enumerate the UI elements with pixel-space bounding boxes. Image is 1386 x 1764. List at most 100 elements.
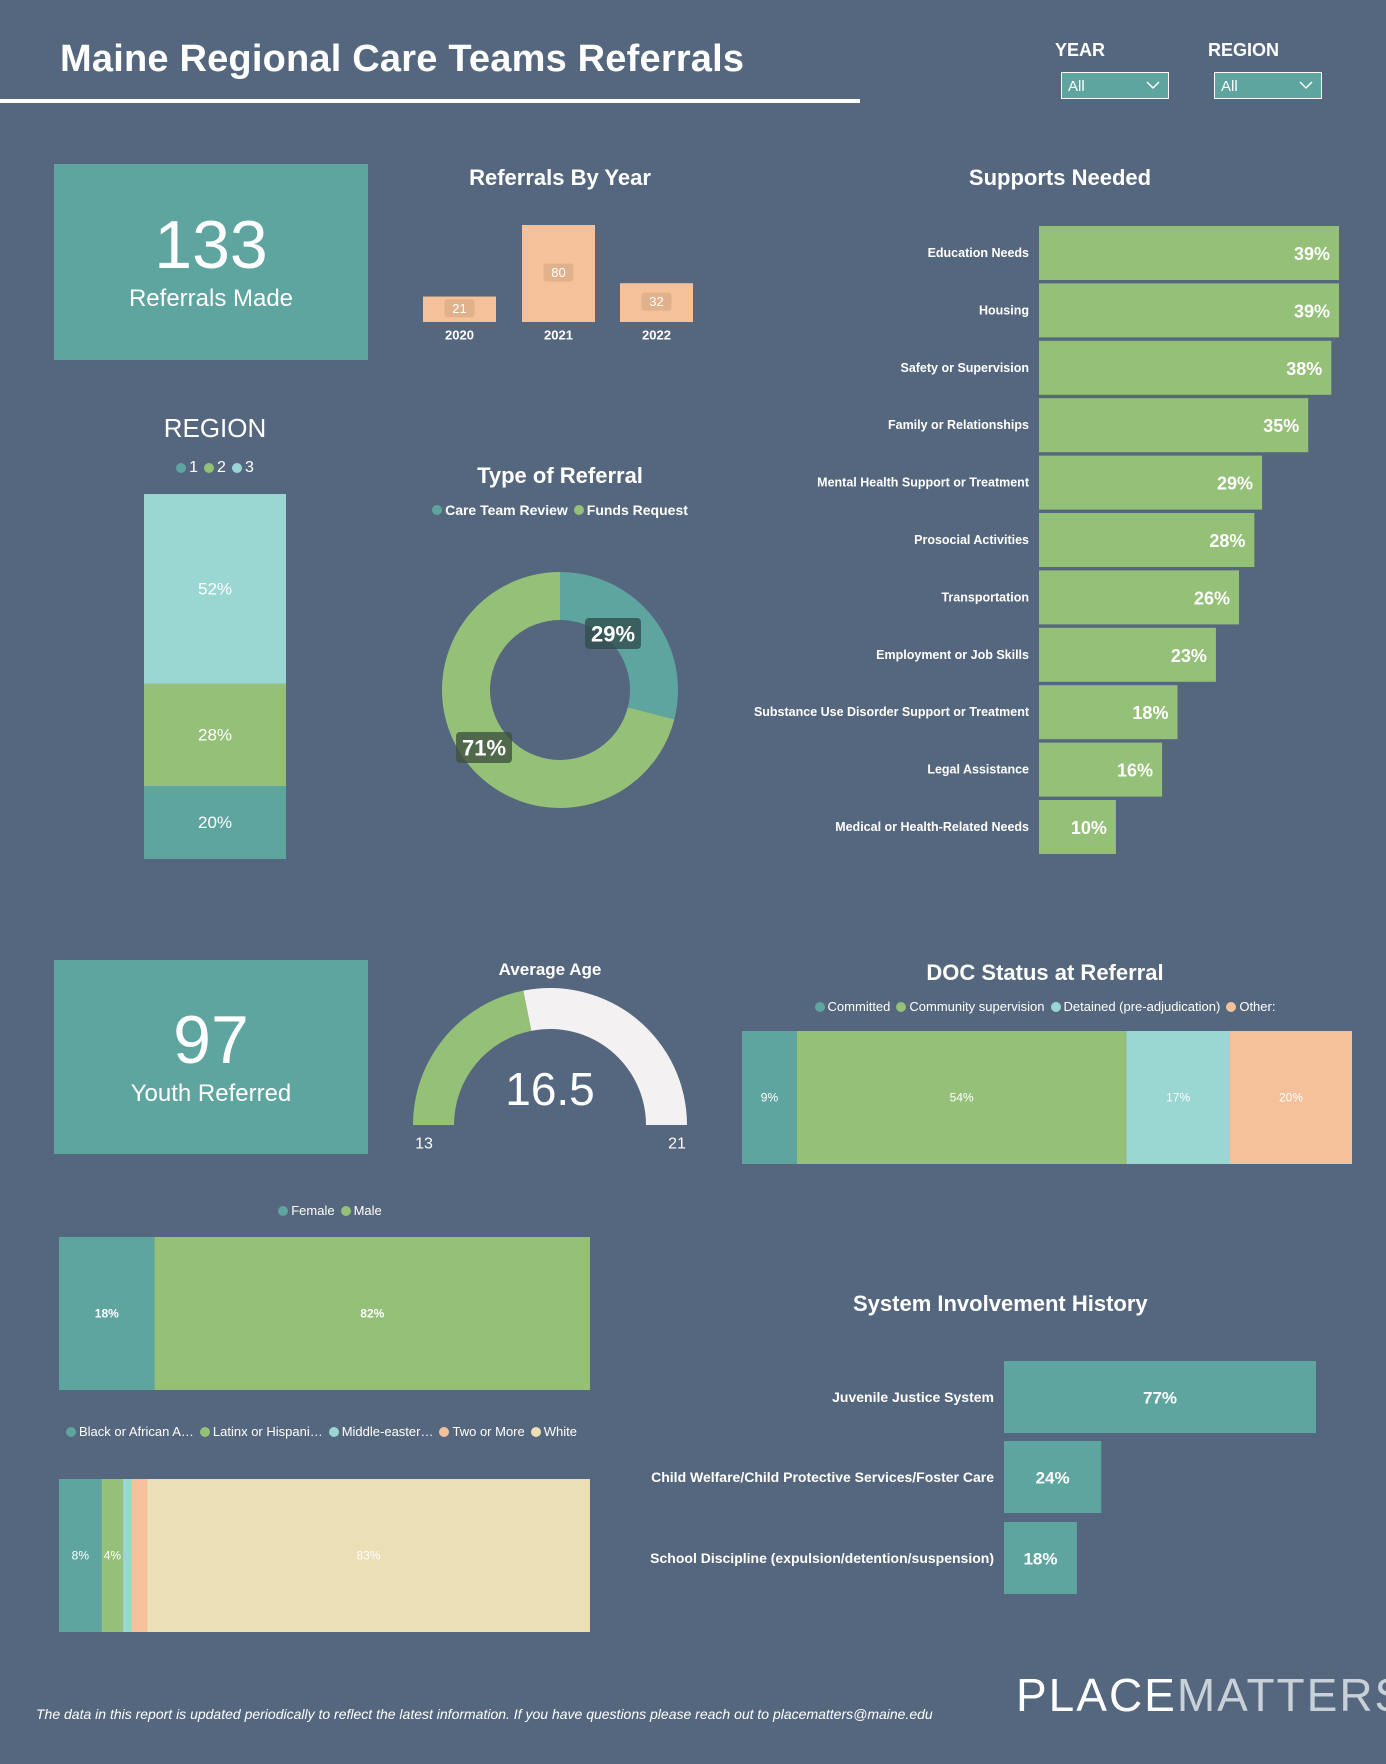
referrals-by-year-title: Referrals By Year xyxy=(469,165,651,190)
region-filter-label: REGION xyxy=(1208,40,1280,60)
logo-thin-text: MATTERS xyxy=(1176,1669,1386,1721)
legend-label: Latinx or Hispani… xyxy=(212,1424,323,1439)
legend-item[interactable]: Latinx or Hispani… xyxy=(199,1424,323,1439)
year-axis-label: 2020 xyxy=(445,328,474,343)
stacked-segment-label: 18% xyxy=(95,1307,119,1321)
legend-dot-icon xyxy=(328,1426,339,1437)
chevron-down-icon xyxy=(1299,81,1313,90)
legend-label: Committed xyxy=(827,999,891,1014)
supports-value-label: 28% xyxy=(1209,531,1245,551)
legend-item[interactable]: Committed xyxy=(814,999,891,1014)
legend-item[interactable]: Two or More xyxy=(439,1424,525,1439)
legend-dot-icon xyxy=(199,1426,210,1437)
legend-label: Middle-easter… xyxy=(341,1424,434,1439)
legend-item[interactable]: Black or African A… xyxy=(66,1424,194,1439)
legend-dot-icon xyxy=(66,1426,76,1437)
stacked-segment-label: 8% xyxy=(72,1549,90,1563)
supports-value-label: 26% xyxy=(1194,588,1230,608)
legend-label: Funds Request xyxy=(586,502,688,518)
year-bar-value: 32 xyxy=(649,294,663,309)
legend-item[interactable]: Male xyxy=(340,1203,382,1218)
gender-legend: Female Male xyxy=(50,1203,610,1218)
legend-item[interactable]: 2 xyxy=(204,459,226,477)
stacked-segment-label: 17% xyxy=(1166,1091,1190,1105)
gauge-value: 16.5 xyxy=(505,1063,595,1115)
region-filter-dropdown[interactable]: All xyxy=(1214,72,1322,99)
region-legend: 1 2 3 xyxy=(130,459,300,477)
system-value-label: 24% xyxy=(1036,1469,1070,1488)
supports-category-label: Education Needs xyxy=(928,246,1029,260)
system-involvement-chart: Juvenile Justice System 77% Child Welfare/… xyxy=(650,1361,1316,1594)
supports-value-label: 23% xyxy=(1171,646,1207,666)
supports-value-label: 35% xyxy=(1263,416,1299,436)
stacked-segment xyxy=(131,1479,148,1632)
supports-category-label: Mental Health Support or Treatment xyxy=(817,476,1030,490)
supports-category-label: Housing xyxy=(979,303,1029,317)
type-of-referral-title: Type of Referral xyxy=(477,463,643,488)
legend-dot-icon xyxy=(176,463,187,473)
youth-kpi-label: Youth Referred xyxy=(130,1080,292,1107)
supports-value-label: 18% xyxy=(1132,703,1168,723)
legend-item[interactable]: Middle-easter… xyxy=(328,1424,434,1439)
legend-label: Male xyxy=(353,1203,382,1218)
stacked-segment-label: 20% xyxy=(1279,1091,1303,1105)
supports-category-label: Employment or Job Skills xyxy=(876,648,1029,662)
legend-item[interactable]: 3 xyxy=(231,459,254,477)
system-value-label: 18% xyxy=(1023,1550,1057,1569)
legend-dot-icon xyxy=(1050,1001,1061,1012)
supports-value-label: 38% xyxy=(1286,359,1322,379)
supports-category-label: Substance Use Disorder Support or Treatm… xyxy=(754,705,1030,719)
placematters-logo: PLACEMATTERS xyxy=(1016,1668,1386,1722)
legend-item[interactable]: White xyxy=(530,1424,577,1439)
supports-value-label: 29% xyxy=(1217,474,1253,494)
supports-value-label: 10% xyxy=(1071,818,1107,838)
page-title: Maine Regional Care Teams Referrals xyxy=(60,38,745,80)
stacked-segment-label: 54% xyxy=(950,1091,974,1105)
doc-status-title: DOC Status at Referral xyxy=(926,960,1164,985)
system-category-label: Juvenile Justice System xyxy=(832,1389,994,1405)
legend-item[interactable]: Care Team Review xyxy=(432,502,568,518)
year-axis-label: 2022 xyxy=(642,328,671,343)
legend-dot-icon xyxy=(896,1001,907,1012)
legend-label: Other: xyxy=(1239,999,1276,1014)
stacked-segment xyxy=(123,1479,132,1632)
legend-dot-icon xyxy=(573,505,584,515)
legend-item[interactable]: Detained (pre-adjudication) xyxy=(1050,999,1221,1014)
year-filter-dropdown[interactable]: All xyxy=(1061,72,1169,99)
legend-item[interactable]: Female xyxy=(278,1203,335,1218)
youth-kpi-value: 97 xyxy=(173,1002,249,1078)
supports-category-label: Legal Assistance xyxy=(927,763,1029,777)
supports-category-label: Safety or Supervision xyxy=(900,361,1029,375)
legend-item[interactable]: Funds Request xyxy=(573,502,688,518)
doc-status-legend: Committed Community supervision Detained (… xyxy=(730,999,1360,1014)
legend-item[interactable]: Community supervision xyxy=(896,999,1045,1014)
youth-kpi-card: 97 Youth Referred xyxy=(54,960,368,1154)
legend-item[interactable]: 1 xyxy=(176,459,198,477)
supports-needed-title: Supports Needed xyxy=(968,165,1152,190)
legend-dot-icon xyxy=(432,505,443,515)
supports-category-label: Medical or Health-Related Needs xyxy=(835,820,1029,834)
legend-dot-icon xyxy=(439,1426,450,1437)
system-category-label: Child Welfare/Child Protective Services/… xyxy=(651,1469,994,1485)
type-of-referral-donut: 29% 71% xyxy=(442,572,678,808)
legend-label: Detained (pre-adjudication) xyxy=(1063,999,1221,1014)
supports-needed-chart: Education Needs 39% Housing 39% Safety or Su… xyxy=(754,226,1339,854)
legend-label: 3 xyxy=(244,459,254,476)
gender-stacked-bar: 18% 82% xyxy=(59,1237,590,1390)
region-chart-title: REGION xyxy=(163,413,267,443)
legend-dot-icon xyxy=(530,1426,541,1437)
legend-item[interactable]: Other: xyxy=(1226,999,1275,1014)
race-ethnicity-stacked-bar: 8% 4% 83% xyxy=(59,1479,590,1632)
referrals-kpi-label: Referrals Made xyxy=(128,285,294,312)
region-stacked-bar: 20% 28% 52% xyxy=(144,494,286,859)
year-filter-value: All xyxy=(1068,78,1085,95)
race-ethnicity-legend: Black or African A… Latinx or Hispani… Mid… xyxy=(50,1424,610,1439)
supports-value-label: 39% xyxy=(1294,244,1330,264)
stacked-segment-label: 9% xyxy=(761,1091,779,1105)
legend-dot-icon xyxy=(814,1001,825,1012)
region-segment-label: 28% xyxy=(198,725,232,744)
legend-dot-icon xyxy=(204,463,215,473)
stacked-segment-label: 83% xyxy=(357,1549,381,1563)
legend-label: Community supervision xyxy=(909,999,1045,1014)
supports-value-label: 39% xyxy=(1294,301,1330,321)
